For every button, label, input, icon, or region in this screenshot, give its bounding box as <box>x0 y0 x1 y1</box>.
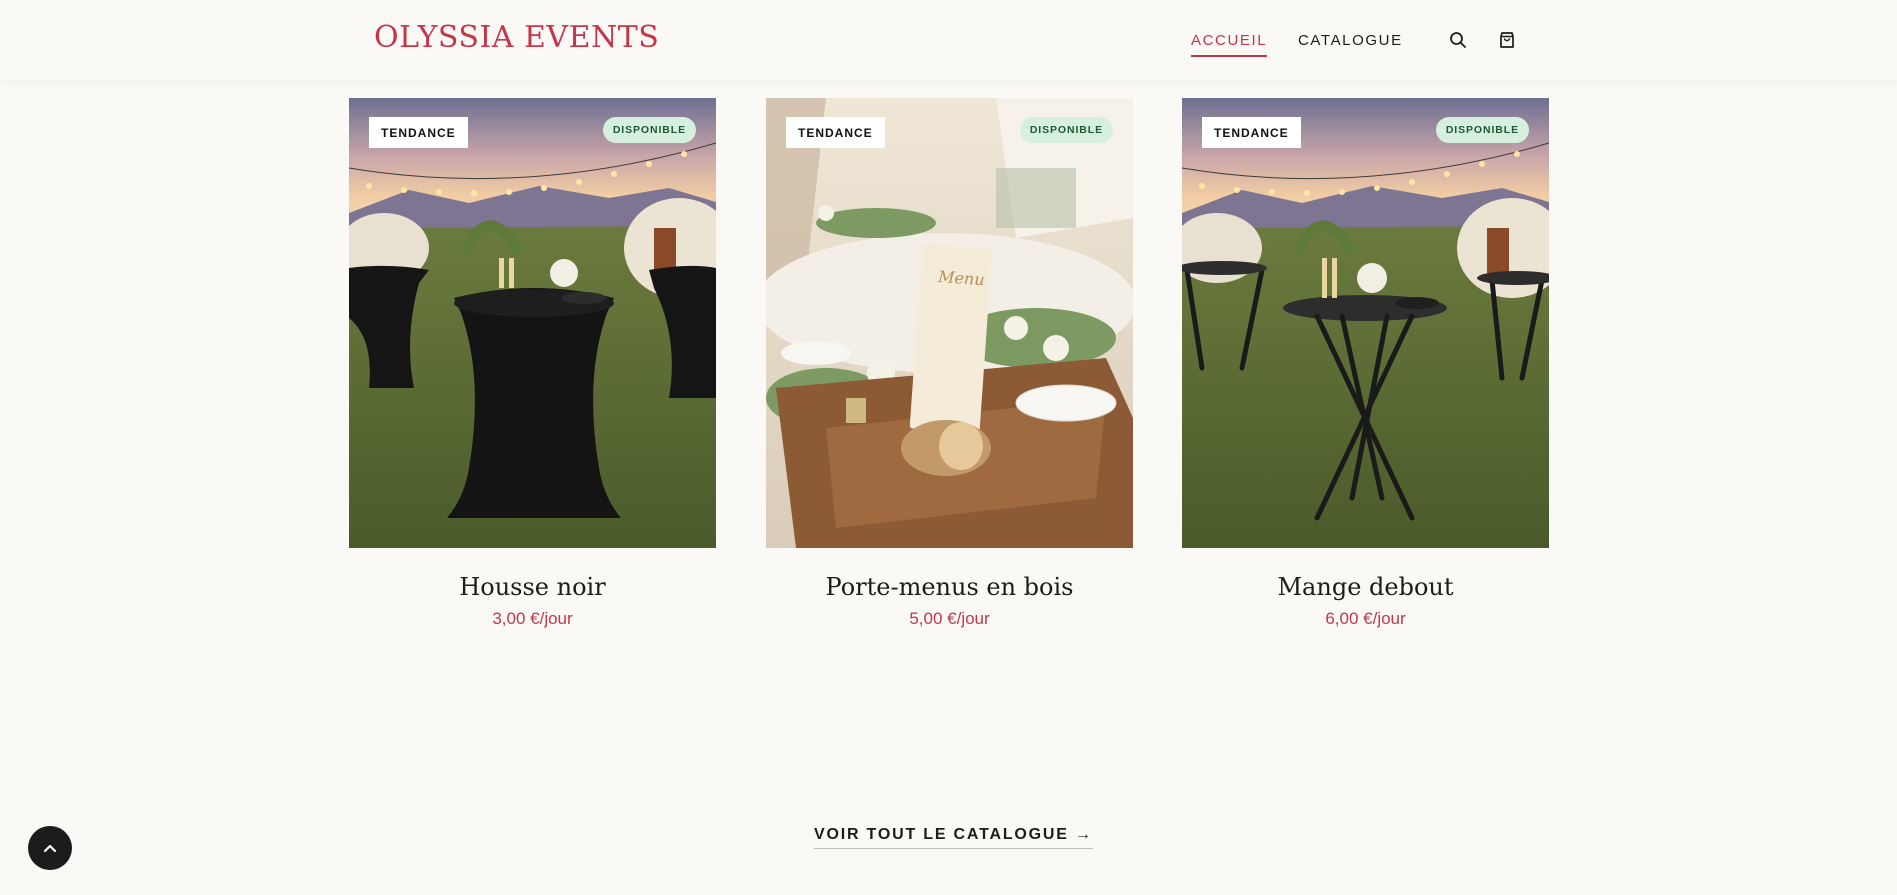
site-header: OLYSSIA EVENTS ACCUEIL CATALOGUE <box>0 0 1897 80</box>
trend-badge: TENDANCE <box>1202 117 1301 148</box>
product-image-mange-debout[interactable]: TENDANCE DISPONIBLE <box>1182 98 1549 548</box>
product-card[interactable]: Menu TENDANCE DISPONIBLE Porte-menus en … <box>766 98 1133 629</box>
product-price: 5,00 €/jour <box>909 609 990 628</box>
trend-badge: TENDANCE <box>369 117 468 148</box>
availability-badge: DISPONIBLE <box>1435 117 1529 143</box>
search-icon[interactable] <box>1447 29 1469 51</box>
product-image-porte-menus[interactable]: Menu TENDANCE DISPONIBLE <box>766 98 1133 548</box>
back-to-top-button[interactable] <box>28 826 72 870</box>
product-card[interactable]: TENDANCE DISPONIBLE Housse noir 3,00 €/j… <box>349 98 716 629</box>
product-title[interactable]: Housse noir <box>349 573 716 601</box>
availability-badge: DISPONIBLE <box>602 117 696 143</box>
svg-text:Menu: Menu <box>937 267 986 289</box>
shopping-bag-icon[interactable] <box>1496 29 1518 51</box>
product-card[interactable]: TENDANCE DISPONIBLE Mange debout 6,00 €/… <box>1182 98 1549 629</box>
view-catalogue-link[interactable]: VOIR TOUT LE CATALOGUE → <box>814 826 1093 849</box>
product-price: 3,00 €/jour <box>492 609 573 628</box>
nav-catalogue[interactable]: CATALOGUE <box>1298 32 1403 49</box>
product-title[interactable]: Porte-menus en bois <box>766 573 1133 601</box>
nav-accueil[interactable]: ACCUEIL <box>1191 32 1268 57</box>
availability-badge: DISPONIBLE <box>1019 117 1113 143</box>
product-title[interactable]: Mange debout <box>1182 573 1549 601</box>
product-image-housse-noir[interactable]: TENDANCE DISPONIBLE <box>349 98 716 548</box>
product-price: 6,00 €/jour <box>1325 609 1406 628</box>
chevron-up-icon <box>43 843 57 853</box>
site-logo[interactable]: OLYSSIA EVENTS <box>374 20 659 55</box>
trend-badge: TENDANCE <box>786 117 885 148</box>
